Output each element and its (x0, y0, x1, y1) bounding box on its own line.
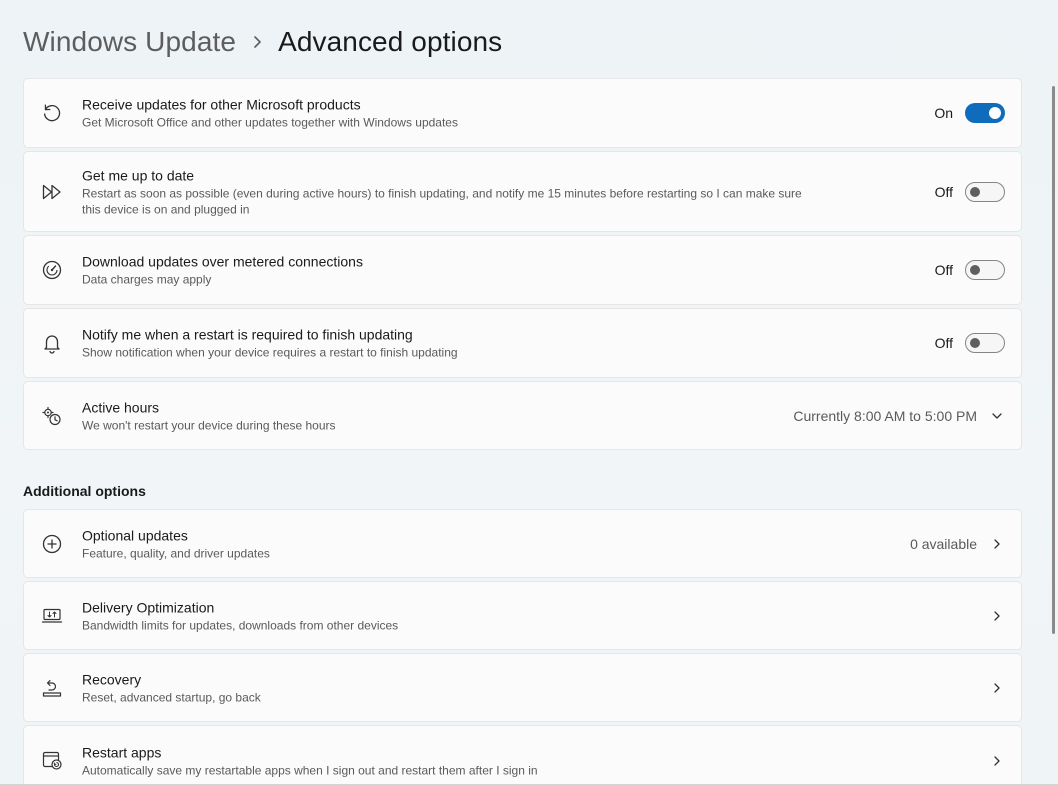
laptop-transfer-icon (41, 605, 63, 627)
chevron-right-icon (236, 35, 278, 49)
chevron-right-icon (989, 608, 1005, 624)
chevron-right-icon (989, 536, 1005, 552)
receive-updates-toggle[interactable] (965, 103, 1005, 123)
setting-description: Restart as soon as possible (even during… (82, 186, 802, 216)
toggle-state-label: Off (934, 262, 953, 278)
toggle-state-label: Off (934, 335, 953, 351)
link-title: Optional updates (82, 527, 188, 543)
refresh-icon (41, 102, 63, 124)
chevron-down-icon[interactable] (989, 408, 1005, 424)
setting-receive-other-updates[interactable]: Receive updates for other Microsoft prod… (23, 78, 1022, 148)
setting-active-hours[interactable]: Active hours We won't restart your devic… (23, 381, 1022, 450)
clock-gear-icon (41, 405, 63, 427)
setting-description: Show notification when your device requi… (82, 345, 458, 360)
get-me-up-to-date-toggle[interactable] (965, 181, 1005, 202)
link-description: Bandwidth limits for updates, downloads … (82, 618, 399, 632)
link-title: Delivery Optimization (82, 599, 215, 615)
link-description: Feature, quality, and driver updates (82, 546, 270, 560)
restart-apps-icon (41, 749, 63, 771)
setting-notify-restart[interactable]: Notify me when a restart is required to … (23, 308, 1022, 378)
page-title: Advanced options (278, 26, 503, 57)
active-hours-value: Currently 8:00 AM to 5:00 PM (793, 407, 977, 424)
toggle-knob (989, 107, 1001, 119)
toggle-state-label: On (934, 105, 953, 121)
breadcrumb-windows-update[interactable]: Windows Update (23, 26, 236, 58)
link-title: Recovery (82, 671, 142, 687)
link-restart-apps[interactable]: Restart apps Automatically save my resta… (23, 725, 1022, 785)
toggle-knob (970, 186, 980, 197)
setting-title: Get me up to date (82, 167, 195, 183)
setting-title: Notify me when a restart is required to … (82, 326, 413, 343)
chevron-right-icon (989, 680, 1005, 696)
link-description: Reset, advanced startup, go back (82, 690, 261, 704)
recovery-icon (41, 677, 63, 699)
setting-description: Get Microsoft Office and other updates t… (82, 115, 458, 130)
toggle-state-label: Off (934, 183, 953, 200)
fast-forward-icon (41, 181, 63, 203)
speedometer-icon (41, 259, 63, 281)
setting-title: Active hours (82, 399, 160, 415)
toggle-knob (970, 338, 980, 348)
vertical-scrollbar[interactable] (1052, 86, 1055, 634)
breadcrumb: Windows Update Advanced options (23, 22, 502, 62)
optional-updates-count: 0 available (910, 535, 977, 552)
settings-window: Windows Update Advanced options Receive … (0, 0, 1058, 785)
section-title-additional-options: Additional options (23, 483, 146, 499)
setting-title: Download updates over metered connection… (82, 253, 363, 270)
setting-description: Data charges may apply (82, 272, 212, 287)
link-delivery-optimization[interactable]: Delivery Optimization Bandwidth limits f… (23, 581, 1022, 650)
toggle-knob (970, 265, 980, 275)
link-optional-updates[interactable]: Optional updates Feature, quality, and d… (23, 509, 1022, 578)
setting-title: Receive updates for other Microsoft prod… (82, 96, 361, 113)
setting-description: We won't restart your device during thes… (82, 418, 336, 432)
notify-restart-toggle[interactable] (965, 333, 1005, 353)
metered-connections-toggle[interactable] (965, 260, 1005, 280)
link-recovery[interactable]: Recovery Reset, advanced startup, go bac… (23, 653, 1022, 722)
link-title: Restart apps (82, 744, 162, 761)
link-description: Automatically save my restartable apps w… (82, 763, 538, 778)
plus-circle-icon (41, 533, 63, 555)
bell-icon (41, 332, 63, 354)
setting-metered-connections[interactable]: Download updates over metered connection… (23, 235, 1022, 305)
chevron-right-icon (989, 753, 1005, 769)
setting-get-me-up-to-date[interactable]: Get me up to date Restart as soon as pos… (23, 151, 1022, 232)
